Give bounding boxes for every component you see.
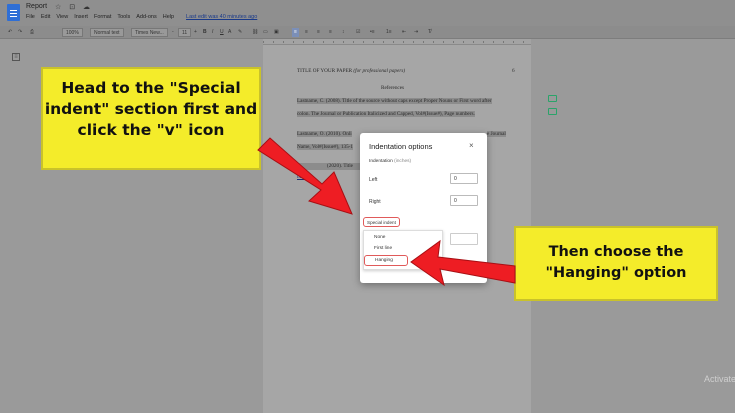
option-none[interactable]: None <box>374 235 385 240</box>
menu-tools[interactable]: Tools <box>117 14 130 20</box>
menu-bar: File Edit View Insert Format Tools Add-o… <box>26 14 257 20</box>
reference-3-highlight: (2020). Title <box>297 163 363 170</box>
checklist-icon[interactable]: ☑ <box>356 28 360 37</box>
font-size-increase[interactable]: + <box>194 28 197 37</box>
indentation-label: Indentation <box>369 159 393 164</box>
reference-3-link[interactable]: http:// <box>297 174 309 180</box>
references-heading: References <box>381 85 405 91</box>
menu-insert[interactable]: Insert <box>74 14 88 20</box>
document-title[interactable]: Report <box>26 3 47 10</box>
reference-2-line-1: Lastname, O. (2010). Onli <box>297 131 352 137</box>
header-subtitle: (for professional papers) <box>353 68 406 74</box>
right-indent-label: Right <box>369 199 381 205</box>
special-indent-label[interactable]: Special indent <box>363 217 400 227</box>
menu-format[interactable]: Format <box>94 14 111 20</box>
special-indent-dropdown[interactable]: None First line Hanging <box>363 230 443 270</box>
bold-button[interactable]: B <box>203 28 207 37</box>
text-color-button[interactable]: A <box>228 28 231 37</box>
menu-file[interactable]: File <box>26 14 35 20</box>
align-right-icon[interactable]: ≡ <box>317 28 320 37</box>
left-indent-label: Left <box>369 177 378 183</box>
page-header: TITLE OF YOUR PAPER (for professional pa… <box>297 68 405 74</box>
redo-icon[interactable]: ↷ <box>18 28 22 37</box>
indentation-section-label: Indentation (inches) <box>369 159 411 164</box>
style-select[interactable]: Normal text <box>90 28 124 37</box>
justify-icon[interactable]: ≡ <box>329 28 332 37</box>
align-center-icon[interactable]: ≡ <box>305 28 308 37</box>
option-first-line[interactable]: First line <box>374 246 392 251</box>
comment-icon[interactable]: ▭ <box>263 28 268 37</box>
align-left-icon[interactable]: ≡ <box>292 28 299 37</box>
document-outline-icon[interactable]: ≡ <box>12 53 20 61</box>
instruction-callout-1: Head to the "Special indent" section fir… <box>41 67 261 170</box>
line-spacing-icon[interactable]: ↕ <box>342 28 345 37</box>
zoom-select[interactable]: 100% <box>62 28 83 37</box>
decrease-indent-icon[interactable]: ⇤ <box>402 28 406 37</box>
toolbar: ↶ ↷ ⎙ 100% Normal text Times New... - 11… <box>0 26 735 39</box>
reference-1-line-2: colon. The Journal or Publication Italic… <box>297 111 475 117</box>
indentation-options-dialog: Indentation options × Indentation (inche… <box>360 133 487 283</box>
reference-1-line-1: Lastname, C. (2008). Title of the source… <box>297 98 492 104</box>
suggest-edits-icon[interactable] <box>548 108 557 115</box>
add-comment-icon[interactable] <box>548 95 557 102</box>
menu-addons[interactable]: Add-ons <box>136 14 157 20</box>
app-header: Report ☆ ⊡ ☁ File Edit View Insert Forma… <box>0 0 735 26</box>
menu-help[interactable]: Help <box>163 14 174 20</box>
indentation-unit: (inches) <box>394 159 412 164</box>
docs-logo-icon[interactable] <box>7 4 20 21</box>
italic-button[interactable]: I <box>212 28 213 37</box>
reference-3-fragment: (2020). Title <box>327 163 353 169</box>
increase-indent-icon[interactable]: ⇥ <box>414 28 418 37</box>
highlight-icon[interactable]: ✎ <box>238 28 242 37</box>
numbered-list-icon[interactable]: 1≡ <box>386 28 392 37</box>
font-select[interactable]: Times New... <box>131 28 168 37</box>
header-title: TITLE OF YOUR PAPER <box>297 68 353 74</box>
last-edit-link[interactable]: Last edit was 40 minutes ago <box>186 14 257 20</box>
font-size-decrease[interactable]: - <box>172 28 174 37</box>
right-indent-input[interactable]: 0 <box>450 195 478 206</box>
image-icon[interactable]: ▣ <box>274 28 279 37</box>
menu-edit[interactable]: Edit <box>41 14 50 20</box>
bulleted-list-icon[interactable]: •≡ <box>370 28 375 37</box>
reference-2-line-2: Name, Vol#(Issue#), 135-1 <box>297 144 353 150</box>
print-icon[interactable]: ⎙ <box>30 28 34 37</box>
undo-icon[interactable]: ↶ <box>8 28 12 37</box>
clear-formatting-icon[interactable]: T̸ <box>428 28 431 37</box>
option-hanging[interactable]: Hanging <box>364 255 408 266</box>
instruction-callout-2: Then choose the "Hanging" option <box>514 226 718 301</box>
star-move-cloud-icons[interactable]: ☆ ⊡ ☁ <box>55 3 93 11</box>
reference-2-line-1-end: e Journal <box>487 131 506 137</box>
menu-view[interactable]: View <box>56 14 68 20</box>
close-icon[interactable]: × <box>469 141 474 150</box>
font-size-input[interactable]: 11 <box>178 28 192 37</box>
dialog-title: Indentation options <box>369 142 433 151</box>
ruler-ticks <box>263 41 531 43</box>
activate-watermark: Activate <box>704 374 735 384</box>
screenshot-root: Report ☆ ⊡ ☁ File Edit View Insert Forma… <box>0 0 735 413</box>
link-icon[interactable]: ⛓ <box>252 28 258 37</box>
special-indent-value-input[interactable] <box>450 233 478 245</box>
left-indent-input[interactable]: 0 <box>450 173 478 184</box>
page-number: 6 <box>512 68 515 74</box>
underline-button[interactable]: U <box>220 28 224 37</box>
